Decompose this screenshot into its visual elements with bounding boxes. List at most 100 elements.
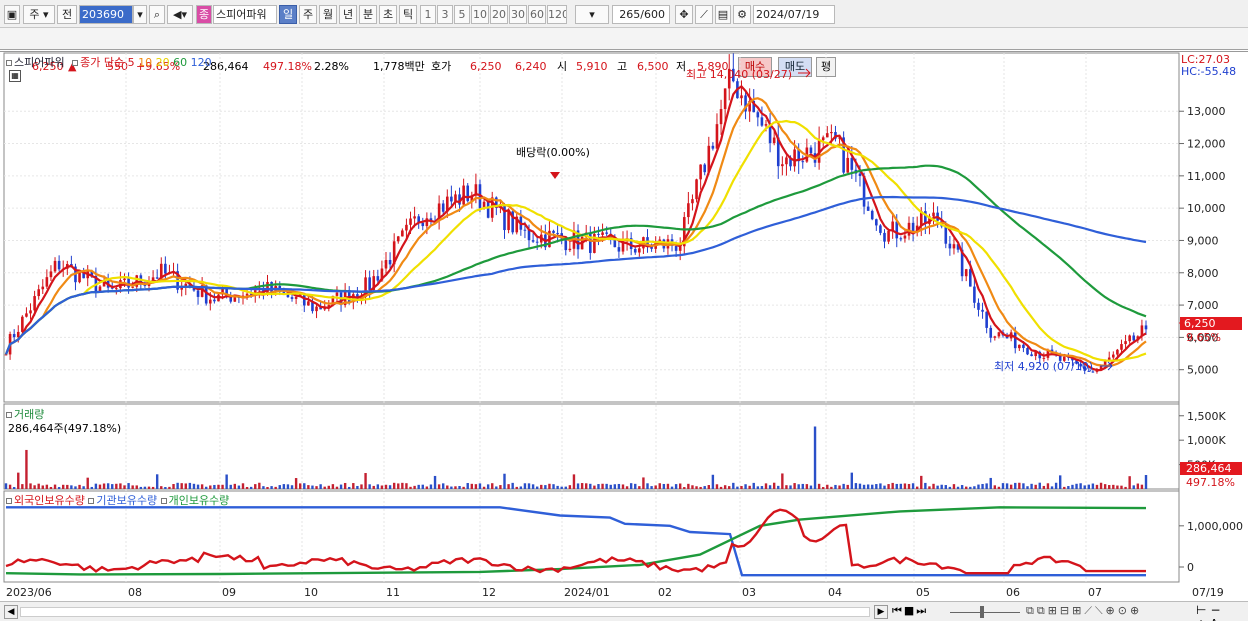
legend-ma120: 120 <box>190 56 212 69</box>
holding-toggle-icon[interactable] <box>6 498 12 504</box>
bar-count[interactable]: 265/600 <box>612 5 670 24</box>
volume-bar <box>1099 482 1103 489</box>
volume-bar <box>585 483 588 489</box>
scroll-right-icon[interactable]: ▶ <box>874 605 888 619</box>
volume-bar <box>470 483 474 489</box>
volume-bar <box>413 485 416 489</box>
stock-type-badge: 종 <box>196 5 212 24</box>
interval-120-button[interactable]: 120 <box>547 5 567 24</box>
volume-bar <box>993 485 997 489</box>
volume-bar <box>127 483 130 489</box>
candle-body <box>801 161 805 163</box>
legend-foreign: 외국인보유수량 <box>14 494 85 507</box>
tool-icons[interactable]: ⧉⧉⊞⊟⊞⟋⟍⊕⊙⊕ <box>1026 604 1142 618</box>
volume-bar <box>899 483 903 489</box>
save-icon[interactable]: ▤ <box>715 5 731 24</box>
candle-body <box>1124 341 1127 345</box>
date-input[interactable]: 2024/07/19 <box>753 5 835 24</box>
volume-bar <box>772 482 776 489</box>
indiv-toggle-icon[interactable] <box>160 498 167 504</box>
volume-bar <box>531 484 535 489</box>
volume-bar <box>887 484 890 489</box>
stock-code-input[interactable]: 203690 <box>79 5 133 24</box>
period-6-button[interactable]: 틱 <box>399 5 417 24</box>
gear-icon[interactable]: ⚙ <box>733 5 751 24</box>
inst-toggle-icon[interactable] <box>88 498 95 504</box>
draw-line-icon[interactable]: ⟋ <box>695 5 713 24</box>
speaker-icon[interactable]: ◀▾ <box>167 5 193 24</box>
candle-body <box>25 313 28 317</box>
interval-20-button[interactable]: 20 <box>490 5 508 24</box>
candle-body <box>740 95 743 99</box>
volume-bar <box>486 484 490 489</box>
candle-body <box>270 281 273 293</box>
interval-10-button[interactable]: 10 <box>471 5 489 24</box>
period-3-button[interactable]: 년 <box>339 5 357 24</box>
scrollbar-track[interactable] <box>20 607 870 617</box>
volume-bar <box>388 485 392 489</box>
candle-body <box>49 271 53 278</box>
volume-bar <box>552 484 555 489</box>
crosshair-icon[interactable]: ✥ <box>675 5 693 24</box>
chart-area: 13,000 12,000 11,000 10,000 9,000 8,000 7,000 6… <box>0 51 1248 601</box>
volume-bar <box>507 484 510 489</box>
candle-body <box>450 196 453 202</box>
type-select[interactable]: 주 ▾ <box>23 5 55 24</box>
search-icon[interactable]: ⌕ <box>149 5 165 24</box>
volume-bar <box>143 486 147 489</box>
ma-toggle-icon[interactable] <box>72 60 79 66</box>
volume-bar <box>670 486 674 489</box>
volume-bar <box>57 487 61 489</box>
x-tick-label: 10 <box>304 586 318 599</box>
interval-60-button[interactable]: 60 <box>528 5 546 24</box>
prev-button[interactable]: 전 <box>57 5 77 24</box>
layout-icon[interactable]: ▣ <box>4 5 20 24</box>
x-tick-label: 08 <box>128 586 142 599</box>
volume-bar <box>4 483 8 489</box>
interval-3-button[interactable]: 3 <box>437 5 453 24</box>
volume-bar <box>241 483 245 489</box>
table-icon[interactable]: ▦ <box>9 70 21 82</box>
volume-bar <box>822 487 825 489</box>
interval-30-button[interactable]: 30 <box>509 5 527 24</box>
volume-bar <box>196 484 200 489</box>
volume-bar <box>826 484 829 489</box>
period-1-button[interactable]: 주 <box>299 5 317 24</box>
volume-bar <box>903 483 907 489</box>
interval-1-button[interactable]: 1 <box>420 5 436 24</box>
scroll-left-icon[interactable]: ◀ <box>4 605 18 619</box>
period-4-button[interactable]: 분 <box>359 5 377 24</box>
period-2-button[interactable]: 월 <box>319 5 337 24</box>
candle-body <box>294 297 298 299</box>
zoom-slider[interactable] <box>950 606 1020 618</box>
volume-bar <box>932 483 935 489</box>
period-5-button[interactable]: 초 <box>379 5 397 24</box>
period-0-button[interactable]: 일 <box>279 5 297 24</box>
high-annotation: 최고 14,040 (03/27) <box>686 68 793 81</box>
volume-bar <box>429 484 433 489</box>
code-dropdown-icon[interactable]: ▾ <box>133 5 147 24</box>
candle-body <box>691 199 694 204</box>
volume-bar <box>662 483 666 489</box>
volume-bar <box>192 483 196 489</box>
volume-bar <box>785 485 788 489</box>
volume-bar <box>1091 483 1095 489</box>
candle-body <box>405 224 408 231</box>
volume-bar <box>699 486 702 489</box>
panel-toggle-icon[interactable] <box>6 60 12 66</box>
volume-bar <box>21 484 24 489</box>
volume-bar <box>376 484 380 489</box>
candle-body <box>993 336 997 338</box>
candle-body <box>16 331 20 338</box>
interval-5-button[interactable]: 5 <box>454 5 470 24</box>
playback-controls[interactable]: ⏮■⏭ <box>892 604 928 618</box>
volume-toggle-icon[interactable] <box>6 412 12 418</box>
candle-body <box>535 241 539 243</box>
interval-dropdown[interactable]: ▾ <box>575 5 609 24</box>
zoom-icons[interactable]: ⊢−+A <box>1196 603 1248 621</box>
volume-bar <box>176 482 179 489</box>
volume-bar <box>736 486 739 489</box>
volume-bar <box>915 486 919 489</box>
volume-bar <box>969 486 972 489</box>
volume-bar <box>221 484 224 489</box>
